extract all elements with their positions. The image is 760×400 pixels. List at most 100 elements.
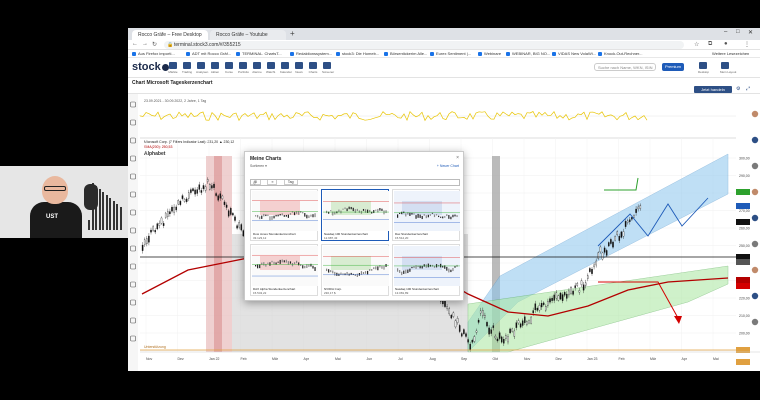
bookmark-item[interactable]: WEBINAR, BIG NO... [506, 50, 550, 57]
layout-icon[interactable]: Mein Layout [720, 62, 736, 74]
saved-chart-card[interactable]: Dax Stundenkerzenchart 15.512,20 [392, 189, 460, 241]
candle-body [171, 206, 173, 212]
candle-body [479, 310, 482, 314]
bookmark-item[interactable]: Börsentickerim Alle... [384, 50, 428, 57]
nav-label: Watchl. [266, 70, 276, 74]
bookmark-item[interactable]: Eurex Sentiment |... [430, 50, 471, 57]
new-chart-button[interactable]: + Neuer Chart [437, 164, 459, 168]
other-bookmarks[interactable]: Weitere Lesezeichen [712, 50, 749, 57]
nav-item[interactable]: Kalender [280, 62, 292, 74]
nav-label: Portfolio [238, 70, 250, 74]
candle-body [490, 329, 492, 334]
minimize-icon[interactable]: – [724, 29, 727, 35]
reload-icon[interactable]: ↻ [152, 41, 157, 48]
chart-title: Chart Microsoft Tageskerzenchart [132, 80, 213, 86]
candle-body [580, 280, 583, 285]
saved-chart-card[interactable]: Nasdaq 100 Stundenkerzenchart 12.987,43 [321, 189, 389, 241]
maximize-icon[interactable]: □ [736, 29, 740, 35]
stock3-logo[interactable]: stock [132, 61, 169, 73]
bookmark-item[interactable]: stock3: Die Homeb... [336, 50, 379, 57]
nav-item[interactable]: Märkte [168, 62, 178, 74]
candle-body [549, 298, 551, 303]
nav-item[interactable]: Kurse [224, 62, 234, 74]
candle-body [465, 333, 467, 337]
app-search-input[interactable]: Suche nach Name, WKN, ISIN [594, 63, 656, 71]
red-arrowhead-icon [674, 316, 682, 324]
close-window-icon[interactable]: ✕ [748, 29, 753, 36]
back-icon[interactable]: ← [132, 41, 138, 47]
candle-body [450, 314, 453, 319]
settings-icon[interactable]: ⚙ [736, 86, 740, 92]
extensions-icon[interactable]: ⧉ [708, 41, 712, 48]
popup-search-input[interactable]: Q [250, 179, 460, 186]
nav-item[interactable]: Screener [322, 62, 334, 74]
time-axis-label: Okt [493, 357, 498, 361]
sort-dropdown[interactable]: Sortieren ▾ [250, 164, 267, 168]
premium-button[interactable]: Premium [662, 63, 684, 71]
bookmark-item[interactable]: Webinare [478, 50, 501, 57]
price-axis-label: 270,00 [739, 209, 750, 213]
candle-body [223, 201, 226, 205]
nav-icon [239, 62, 247, 69]
nav-item[interactable]: News [294, 62, 304, 74]
user-icon[interactable] [751, 214, 759, 222]
url-bar[interactable]: 🔒 terminal.stock3.com/#/355215 [164, 41, 684, 49]
profile-icon[interactable]: ● [724, 41, 728, 47]
address-toolbar: ← → ↻ 🔒 terminal.stock3.com/#/355215 ☆ ⧉… [128, 40, 760, 50]
nav-item[interactable]: Charts [308, 62, 318, 74]
bookmark-item[interactable]: ADT mit Rocco Gräf... [186, 50, 231, 57]
price-tag [736, 283, 750, 289]
candle-body [471, 339, 474, 343]
help-icon[interactable] [751, 318, 759, 326]
screen: UST Rocco Gräfe – Free Desktop Rocco Grä… [0, 0, 760, 400]
bookmark-item[interactable]: TERMINAL. ChartsT... [236, 50, 282, 57]
time-axis-label: Jan 22 [209, 357, 220, 361]
nav-item[interactable]: Analysen [196, 62, 208, 74]
expand-icon[interactable]: ⤢ [746, 86, 750, 92]
saved-chart-card[interactable]: DAX Alpha Stundenkerzenchart 15.543,22 [250, 244, 318, 296]
candle-body [154, 230, 156, 233]
alerts-icon[interactable] [751, 162, 759, 170]
candle-body [484, 315, 486, 318]
watchlist-icon[interactable] [751, 110, 759, 118]
nav-item[interactable]: Trading [182, 62, 192, 74]
notes-icon[interactable] [751, 266, 759, 274]
browser-tab-1[interactable]: Rocco Gräfe – Free Desktop [132, 30, 208, 40]
candle-body [225, 204, 228, 208]
close-icon[interactable]: × [456, 155, 459, 161]
bookmark-item[interactable]: Knock-Out-Rechner... [598, 50, 642, 57]
bookmark-item[interactable]: VIDAS New VolaWi... [552, 50, 596, 57]
saved-chart-card[interactable]: Dow Jones Stundenkerzenchart 33.123,12 [250, 189, 318, 241]
desktop-icon[interactable]: Desktop [698, 62, 709, 74]
menu-kebab-icon[interactable]: ⋮ [744, 41, 750, 48]
candle-body [227, 210, 230, 217]
forward-icon[interactable]: → [142, 41, 148, 47]
bookmark-item[interactable]: Aus Firefox importi... [132, 50, 175, 57]
new-tab-button[interactable]: + [290, 29, 295, 38]
candle-body [146, 238, 148, 245]
saved-chart-card[interactable]: Nasdaq 100 Stundenkerzenchart 13.081,89 [392, 244, 460, 296]
news-icon[interactable] [751, 136, 759, 144]
candle-body [593, 264, 595, 268]
bookmark-star-icon[interactable]: ☆ [694, 41, 699, 48]
nav-item[interactable]: Portfolio [238, 62, 250, 74]
trade-now-button[interactable]: Jetzt handeln [694, 86, 732, 93]
candle-body [158, 223, 161, 226]
time-axis-label: Aug [430, 357, 436, 361]
saved-chart-card[interactable]: NVIDIA Corp. 230,17 $ [321, 244, 389, 296]
nav-item[interactable]: Alarme [252, 62, 262, 74]
chat-icon[interactable] [751, 188, 759, 196]
candle-body [162, 223, 165, 226]
nav-item[interactable]: Watchl. [266, 62, 276, 74]
nav-item[interactable]: Aktien [210, 62, 220, 74]
chart-area[interactable]: 23.09.2021 - 30.09.2022, 2 Jahre, 1 Tag … [128, 94, 760, 371]
candle-body [635, 208, 637, 213]
browser-tab-2[interactable]: Rocco Gräfe – Youtube [210, 30, 286, 40]
candle-body [458, 325, 461, 332]
candle-body [211, 185, 213, 189]
candle-body [540, 303, 543, 308]
calendar-icon[interactable] [751, 240, 759, 248]
bookmark-label: Börsentickerim Alle... [390, 51, 428, 56]
bookmark-item[interactable]: Redaktionssystem... [290, 50, 332, 57]
portfolio-icon[interactable] [751, 292, 759, 300]
